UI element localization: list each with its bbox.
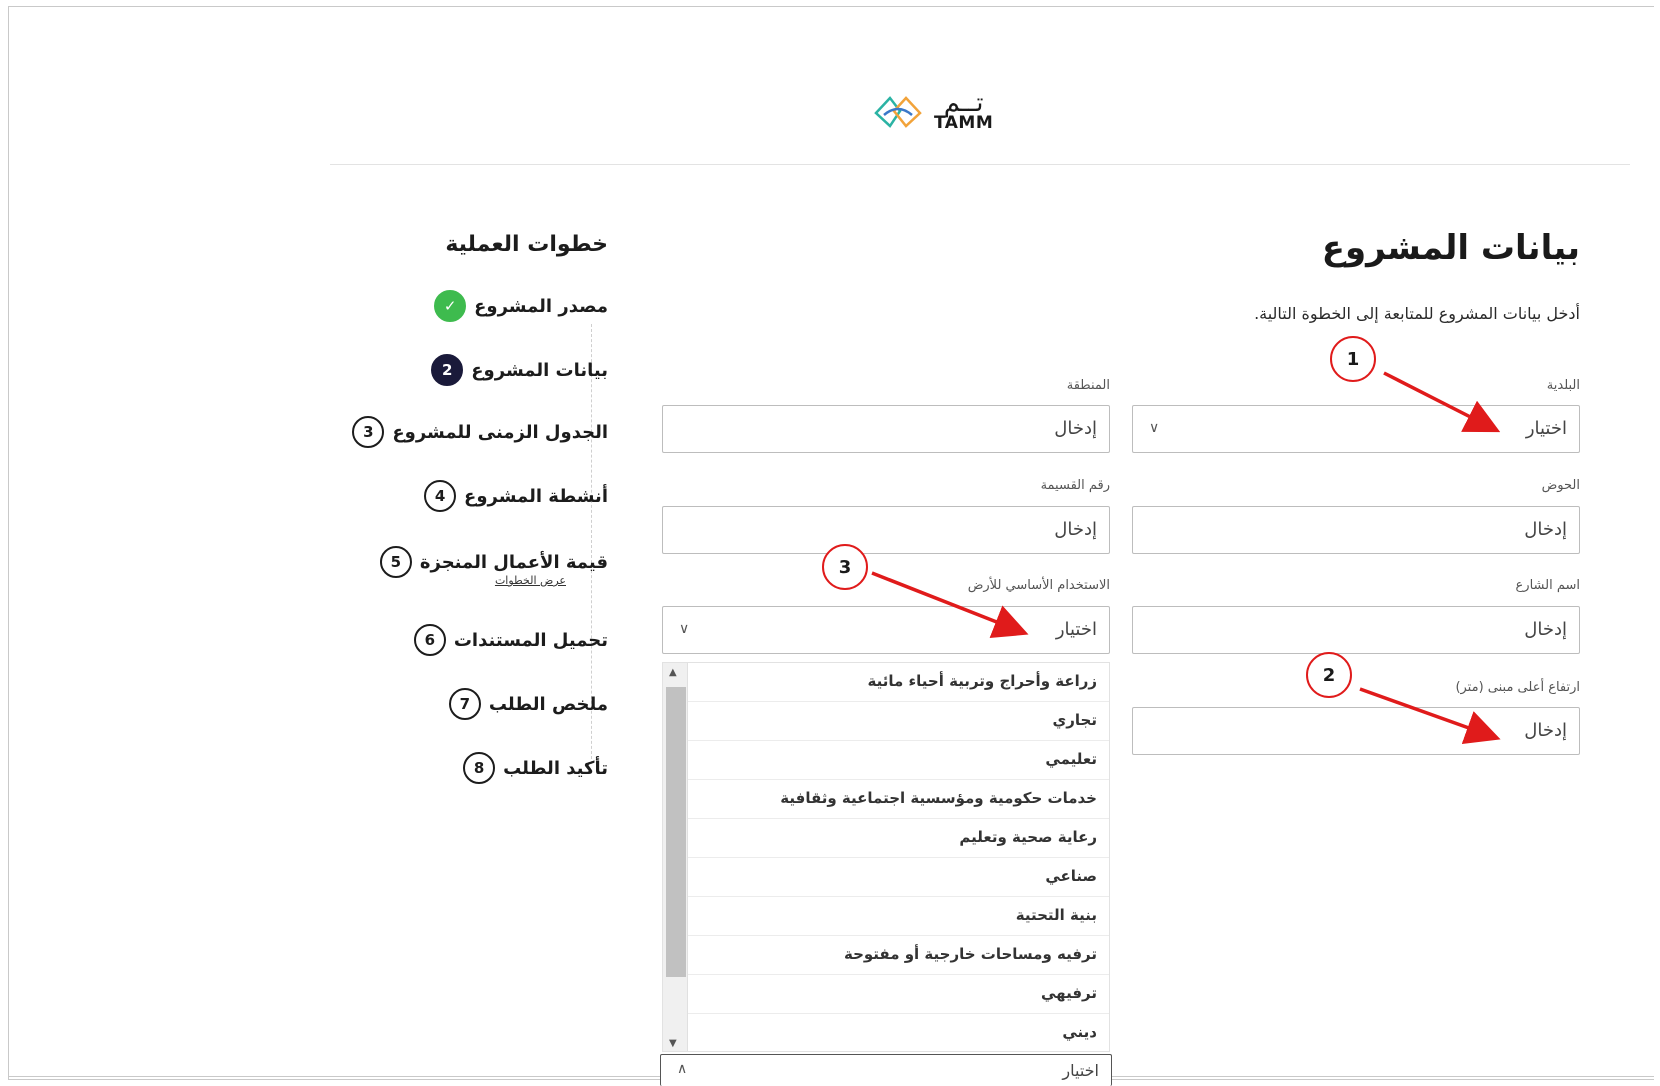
land-use-select-open[interactable]: اختيار ∧ <box>660 1054 1112 1086</box>
building-height-input[interactable]: إدخال <box>1132 707 1580 755</box>
land-use-dropdown-list[interactable]: ▲ ▼ زراعة وأحراج وتربية أحياء مائية تجار… <box>662 662 1110 1052</box>
dropdown-option[interactable]: تعليمي <box>688 741 1109 780</box>
view-steps-link[interactable]: عرض الخطوات <box>495 574 566 587</box>
step-label: تأكيد الطلب <box>503 757 608 779</box>
region-label: المنطقة <box>1066 378 1110 393</box>
step-request-summary[interactable]: 7 ملخص الطلب <box>448 688 608 720</box>
step-work-value[interactable]: 5 قيمة الأعمال المنجزة <box>379 546 608 578</box>
option-label: خدمات حكومية ومؤسسية اجتماعية وثقافية <box>780 789 1097 807</box>
scroll-down-icon[interactable]: ▼ <box>669 1038 677 1049</box>
option-label: ديني <box>1062 1023 1097 1041</box>
step-label: تحميل المستندات <box>453 629 608 651</box>
step-label: الجدول الزمنى للمشروع <box>392 421 608 443</box>
street-name-input[interactable]: إدخال <box>1132 606 1580 654</box>
municipality-value: اختيار <box>1525 418 1567 439</box>
annotation-badge-3: 3 <box>822 544 868 590</box>
municipality-label: البلدية <box>1546 378 1580 393</box>
step-upload-documents[interactable]: 6 تحميل المستندات <box>413 624 608 656</box>
step-number: 5 <box>379 546 412 578</box>
dropdown-option[interactable]: بنية التحتية <box>688 897 1109 936</box>
annotation-badge-2: 2 <box>1306 652 1352 698</box>
plot-number-input[interactable]: إدخال <box>662 506 1110 554</box>
tamm-logo[interactable]: تــم TAMM <box>872 88 994 133</box>
land-use-label: الاستخدام الأساسي للأرض <box>967 578 1110 593</box>
land-use-select[interactable]: اختيار ∨ <box>662 606 1110 654</box>
annotation-badge-1: 1 <box>1330 336 1376 382</box>
step-label: أنشطة المشروع <box>464 485 608 507</box>
building-height-placeholder: إدخال <box>1524 720 1567 741</box>
option-label: رعاية صحية وتعليم <box>959 828 1097 846</box>
option-label: زراعة وأحراج وتربية أحياء مائية <box>867 672 1098 690</box>
plot-number-label: رقم القسيمة <box>1040 478 1110 493</box>
logo-english-text: TAMM <box>934 113 994 133</box>
option-label: ترفيه ومساحات خارجية أو مفتوحة <box>843 945 1097 963</box>
land-use-value: اختيار <box>1055 619 1097 640</box>
dropdown-option[interactable]: ديني <box>688 1014 1109 1051</box>
step-request-confirmation[interactable]: 8 تأكيد الطلب <box>463 752 608 784</box>
region-placeholder: إدخال <box>1054 418 1097 439</box>
street-name-placeholder: إدخال <box>1524 619 1567 640</box>
dropdown-option[interactable]: صناعي <box>688 858 1109 897</box>
basin-label: الحوض <box>1541 478 1580 493</box>
chevron-up-icon: ∧ <box>677 1061 688 1077</box>
building-height-label: ارتفاع أعلى مبنى (متر) <box>1455 680 1580 695</box>
step-number: 2 <box>431 354 464 386</box>
tamm-logo-icon <box>874 96 922 128</box>
dropdown-scrollbar[interactable]: ▲ ▼ <box>663 663 688 1051</box>
municipality-select[interactable]: اختيار ∨ <box>1132 405 1580 453</box>
basin-input[interactable]: إدخال <box>1132 506 1580 554</box>
dropdown-option[interactable]: رعاية صحية وتعليم <box>688 819 1109 858</box>
step-project-activities[interactable]: 4 أنشطة المشروع <box>424 480 608 512</box>
dropdown-option[interactable]: ترفيهي <box>688 975 1109 1014</box>
option-label: ترفيهي <box>1041 984 1097 1002</box>
region-input[interactable]: إدخال <box>662 405 1110 453</box>
logo-arabic-text: تــم <box>943 88 984 118</box>
step-number: 4 <box>424 480 457 512</box>
option-label: صناعي <box>1045 867 1097 885</box>
dropdown-option[interactable]: تجاري <box>688 702 1109 741</box>
step-project-source[interactable]: ✓ مصدر المشروع <box>434 290 608 322</box>
plot-number-placeholder: إدخال <box>1054 519 1097 540</box>
step-project-data[interactable]: 2 بيانات المشروع <box>431 354 608 386</box>
basin-placeholder: إدخال <box>1524 519 1567 540</box>
page-title: بيانات المشروع <box>1321 228 1580 268</box>
option-label: بنية التحتية <box>1015 906 1097 924</box>
step-number: 3 <box>352 416 385 448</box>
page-subtitle: أدخل بيانات المشروع للمتابعة إلى الخطوة … <box>1254 304 1580 323</box>
step-label: بيانات المشروع <box>471 359 608 381</box>
option-label: تعليمي <box>1045 750 1097 768</box>
land-use-open-value: اختيار <box>1062 1061 1099 1080</box>
step-label: قيمة الأعمال المنجزة <box>419 551 608 573</box>
step-project-timeline[interactable]: 3 الجدول الزمنى للمشروع <box>352 416 608 448</box>
step-number: 7 <box>448 688 481 720</box>
scrollbar-thumb[interactable] <box>666 687 686 977</box>
dropdown-option[interactable]: زراعة وأحراج وتربية أحياء مائية <box>688 663 1109 702</box>
dropdown-option[interactable]: ترفيه ومساحات خارجية أو مفتوحة <box>688 936 1109 975</box>
steps-title: خطوات العملية <box>445 232 608 257</box>
step-label: مصدر المشروع <box>474 295 608 317</box>
step-number: 8 <box>463 752 496 784</box>
step-label: ملخص الطلب <box>488 693 608 715</box>
header-divider <box>330 164 1630 165</box>
option-label: تجاري <box>1052 711 1097 729</box>
dropdown-option[interactable]: خدمات حكومية ومؤسسية اجتماعية وثقافية <box>688 780 1109 819</box>
street-name-label: اسم الشارع <box>1515 578 1580 593</box>
chevron-down-icon: ∨ <box>679 621 690 637</box>
step-number: 6 <box>413 624 446 656</box>
scroll-up-icon[interactable]: ▲ <box>669 667 677 678</box>
check-icon: ✓ <box>434 290 467 322</box>
chevron-down-icon: ∨ <box>1149 420 1160 436</box>
